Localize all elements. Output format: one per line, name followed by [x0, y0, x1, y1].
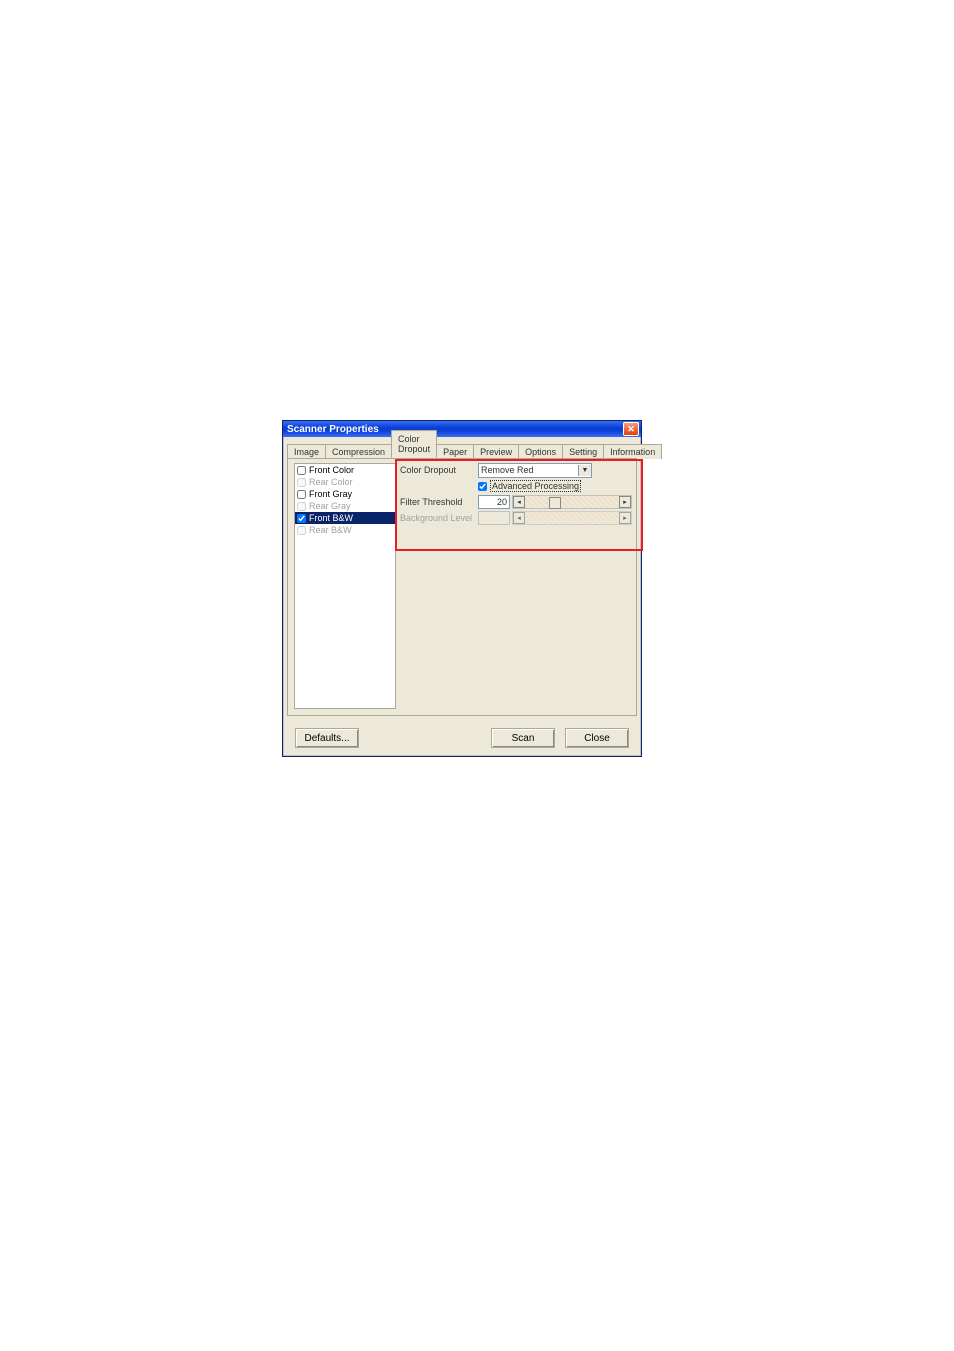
label-rear-bw: Rear B&W — [309, 525, 352, 535]
list-item-rear-color: Rear Color — [295, 476, 395, 488]
checkbox-rear-color — [297, 478, 306, 487]
background-level-slider: ◂ ▸ — [512, 511, 632, 525]
color-dropout-value: Remove Red — [481, 465, 534, 475]
checkbox-front-gray[interactable] — [297, 490, 306, 499]
tab-setting[interactable]: Setting — [562, 444, 604, 459]
scanner-properties-window: Scanner Properties ✕ Image Compression C… — [282, 420, 642, 757]
label-rear-color: Rear Color — [309, 477, 353, 487]
slider-right-arrow-icon: ▸ — [619, 512, 631, 524]
list-item-rear-gray: Rear Gray — [295, 500, 395, 512]
label-front-color: Front Color — [309, 465, 354, 475]
checkbox-front-bw[interactable] — [297, 514, 306, 523]
advanced-processing-label: Advanced Processing — [490, 480, 581, 492]
tab-color-dropout[interactable]: Color Dropout — [391, 430, 437, 458]
background-level-value — [478, 511, 510, 525]
slider-left-arrow-icon[interactable]: ◂ — [513, 496, 525, 508]
label-front-bw: Front B&W — [309, 513, 353, 523]
close-button[interactable]: Close — [565, 728, 629, 748]
list-item-front-color[interactable]: Front Color — [295, 464, 395, 476]
slider-left-arrow-icon: ◂ — [513, 512, 525, 524]
background-level-label: Background Level — [400, 513, 478, 523]
list-item-rear-bw: Rear B&W — [295, 524, 395, 536]
main-panel: Color Dropout Remove Red ▼ Advanced Proc… — [400, 463, 632, 527]
list-item-front-gray[interactable]: Front Gray — [295, 488, 395, 500]
tab-content: Front Color Rear Color Front Gray Rear G… — [287, 458, 637, 716]
tab-paper[interactable]: Paper — [436, 444, 474, 459]
tab-compression[interactable]: Compression — [325, 444, 392, 459]
list-item-front-bw[interactable]: Front B&W — [295, 512, 395, 524]
button-bar: Defaults... Scan Close — [283, 728, 641, 748]
scan-button[interactable]: Scan — [491, 728, 555, 748]
tab-preview[interactable]: Preview — [473, 444, 519, 459]
advanced-processing-input[interactable] — [478, 482, 487, 491]
image-side-list: Front Color Rear Color Front Gray Rear G… — [294, 463, 396, 709]
label-rear-gray: Rear Gray — [309, 501, 351, 511]
advanced-processing-checkbox[interactable]: Advanced Processing — [478, 480, 581, 492]
label-front-gray: Front Gray — [309, 489, 352, 499]
slider-right-arrow-icon[interactable]: ▸ — [619, 496, 631, 508]
defaults-button[interactable]: Defaults... — [295, 728, 359, 748]
checkbox-rear-bw — [297, 526, 306, 535]
checkbox-front-color[interactable] — [297, 466, 306, 475]
filter-threshold-slider[interactable]: ◂ ▸ — [512, 495, 632, 509]
tab-image[interactable]: Image — [287, 444, 326, 459]
checkbox-rear-gray — [297, 502, 306, 511]
chevron-down-icon: ▼ — [578, 465, 591, 476]
tab-information[interactable]: Information — [603, 444, 662, 459]
tab-options[interactable]: Options — [518, 444, 563, 459]
titlebar: Scanner Properties ✕ — [283, 421, 641, 437]
tab-strip: Image Compression Color Dropout Paper Pr… — [283, 437, 641, 458]
close-icon[interactable]: ✕ — [623, 422, 639, 436]
color-dropout-label: Color Dropout — [400, 465, 478, 475]
filter-threshold-value[interactable]: 20 — [478, 495, 510, 509]
filter-threshold-label: Filter Threshold — [400, 497, 478, 507]
window-title: Scanner Properties — [285, 424, 623, 435]
color-dropout-select[interactable]: Remove Red ▼ — [478, 463, 592, 478]
